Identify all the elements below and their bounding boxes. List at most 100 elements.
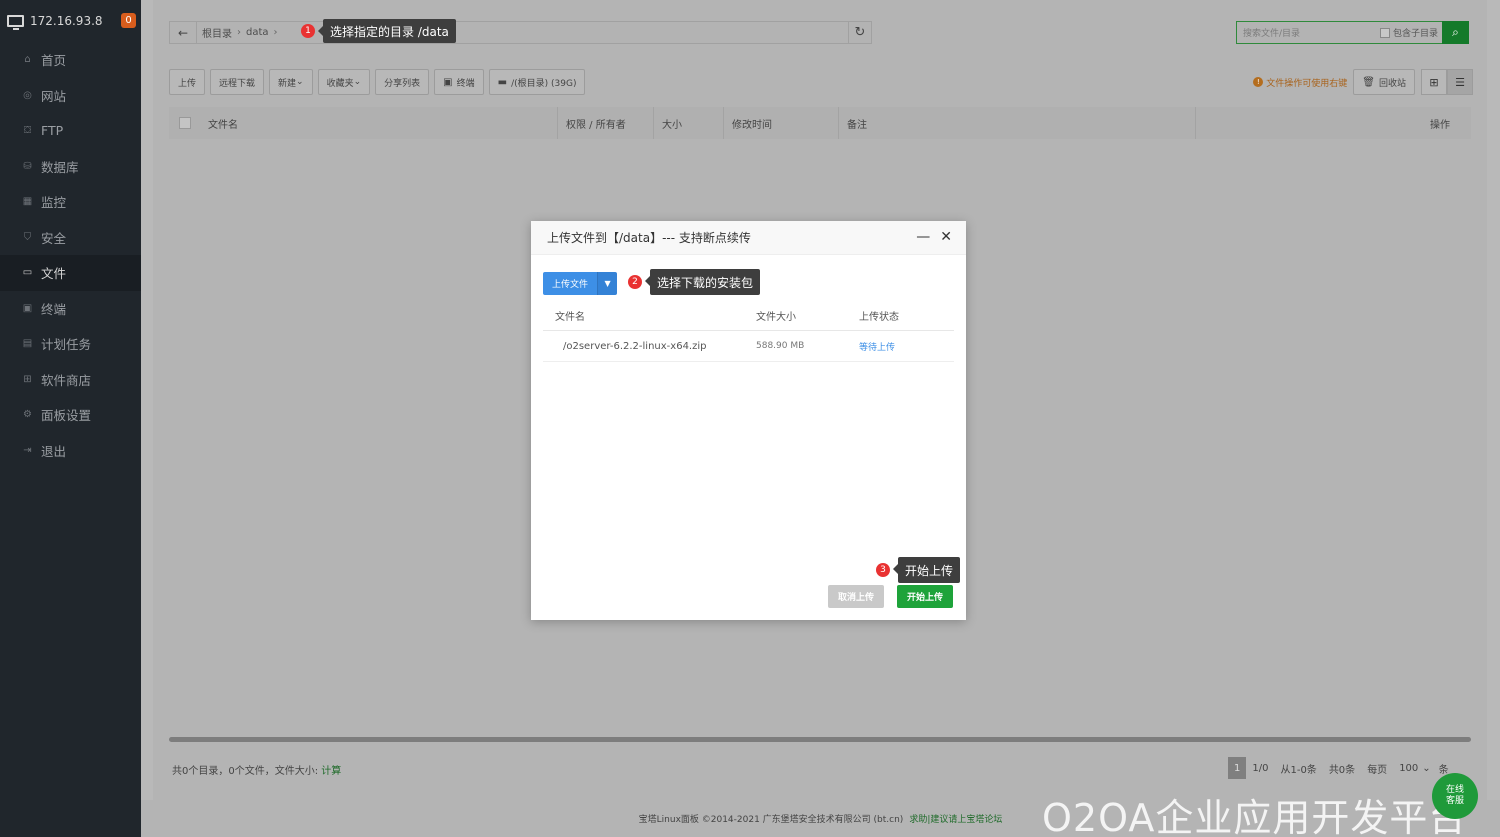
cancel-upload-button[interactable]: 取消上传 [828, 585, 885, 608]
chevron-down-icon: ⌄ [296, 77, 304, 87]
per-page-select[interactable]: 100 [1393, 757, 1420, 779]
search-icon[interactable]: ⌕ [1442, 21, 1469, 44]
sidebar-item-label: 计划任务 [41, 337, 92, 353]
sidebar-item-10[interactable]: ⚙ 面板设置 [0, 397, 141, 433]
page-range: 从1-0条 [1280, 764, 1317, 776]
sidebar: 172.16.93.8 0 ⌂ 首页 ◎ 网站 ⛋ FTP ⛁ 数据库 ▦ 监控 ⛉ 安全 ▭ 文件 ▣ 终端… [0, 0, 141, 837]
sidebar-nav: ⌂ 首页 ◎ 网站 ⛋ FTP ⛁ 数据库 ▦ 监控 ⛉ 安全 ▭ 文件 ▣ 终端 ▤ 计划任务 ⊞ 软件商店 ⚙ 面板设… [0, 42, 141, 468]
sidebar-item-label: 终端 [41, 301, 67, 317]
sidebar-item-label: 监控 [41, 195, 67, 211]
new-dropdown-button[interactable]: 新建 ⌄ [269, 69, 313, 95]
col-modified[interactable]: 修改时间 [724, 107, 839, 139]
upload-file-button[interactable]: 上传文件 [543, 272, 598, 295]
chevron-right-icon: › [273, 27, 278, 38]
sidebar-item-1[interactable]: ◎ 网站 [0, 78, 141, 114]
refresh-icon[interactable]: ↻ [848, 21, 872, 44]
col-note[interactable]: 备注 [839, 107, 1196, 139]
step-tip-3: 开始上传 [892, 557, 961, 583]
dialog-header: 上传文件到【/data】--- 支持断点续传 — ✕ [531, 221, 966, 255]
logout-icon: ⇥ [23, 444, 32, 456]
col-name[interactable]: 文件名 [200, 107, 558, 139]
sidebar-item-label: 文件 [41, 266, 67, 282]
sidebar-item-11[interactable]: ⇥ 退出 [0, 433, 141, 469]
caret-down-icon[interactable]: ▼ [597, 272, 618, 295]
disk-icon: ▬ [497, 76, 508, 88]
close-icon[interactable]: ✕ [940, 229, 952, 245]
sidebar-item-6[interactable]: ▭ 文件 [0, 255, 141, 291]
terminal-label: 终端 [456, 78, 475, 89]
sidebar-item-2[interactable]: ⛋ FTP [0, 113, 141, 149]
calculate-link[interactable]: 计算 [321, 766, 341, 777]
sidebar-item-3[interactable]: ⛁ 数据库 [0, 149, 141, 185]
sidebar-item-8[interactable]: ▤ 计划任务 [0, 326, 141, 362]
recycle-bin-button[interactable]: 🗑 回收站 [1353, 69, 1415, 95]
back-arrow-icon[interactable]: ← [170, 22, 197, 43]
step-number-3: 3 [876, 563, 890, 577]
path-bar[interactable]: ← 根目录 › data › [169, 21, 872, 44]
pagination: 1 1/0 从1-0条 共0条 每页 100 ⌄ 条 [1228, 757, 1455, 779]
info-icon: ! [1253, 77, 1264, 87]
chevron-down-icon[interactable]: ⌄ [1420, 757, 1432, 779]
forum-link[interactable]: 求助|建议请上宝塔论坛 [909, 812, 1002, 825]
sidebar-item-5[interactable]: ⛉ 安全 [0, 220, 141, 256]
grid-view-icon[interactable]: ⊞ [1421, 69, 1447, 95]
online-support-button[interactable]: 在线 客服 [1432, 773, 1478, 819]
start-upload-button[interactable]: 开始上传 [897, 585, 954, 608]
upload-file-split-button: 上传文件 ▼ [543, 272, 618, 295]
copyright-text: 宝塔Linux面板 ©2014-2021 广东堡塔安全技术有限公司 (bt.cn… [638, 815, 904, 825]
watermark: O2OA企业应用开发平台 [1042, 796, 1468, 837]
sidebar-header[interactable]: 172.16.93.8 [0, 0, 141, 42]
gear-icon: ⚙ [23, 409, 32, 421]
sidebar-item-7[interactable]: ▣ 终端 [0, 291, 141, 327]
disk-label: /(根目录) (39G) [511, 78, 577, 89]
database-icon: ⛁ [23, 160, 32, 172]
checkbox-icon [179, 117, 191, 129]
search-input[interactable]: 搜索文件/目录 [1237, 26, 1380, 39]
calendar-icon: ▤ [22, 338, 33, 350]
checkbox-icon [1379, 27, 1390, 38]
share-list-button[interactable]: 分享列表 [375, 69, 430, 95]
apps-icon: ⊞ [23, 373, 32, 385]
right-tools: ! 文件操作可使用右键 🗑 回收站 ⊞ ☰ [1253, 69, 1473, 95]
favorites-dropdown-button[interactable]: 收藏夹 ⌄ [317, 69, 371, 95]
upload-button[interactable]: 上传 [169, 69, 206, 95]
sidebar-item-label: 数据库 [41, 159, 79, 175]
col-size[interactable]: 大小 [654, 107, 724, 139]
list-view-icon[interactable]: ☰ [1447, 69, 1473, 95]
select-all-checkbox[interactable] [169, 107, 200, 139]
globe-icon: ◎ [23, 89, 32, 101]
favorites-label: 收藏夹 [326, 78, 354, 89]
chevron-down-icon: ⌄ [353, 77, 362, 87]
view-switch: ⊞ ☰ [1421, 69, 1473, 95]
include-subdir-checkbox[interactable]: 包含子目录 [1379, 26, 1438, 39]
upload-table-header: 文件名 文件大小 上传状态 [543, 301, 954, 331]
col-permission[interactable]: 权限 / 所有者 [558, 107, 654, 139]
hint-text: 文件操作可使用右键 [1266, 78, 1348, 89]
remote-download-button[interactable]: 远程下载 [210, 69, 265, 95]
upload-file-row: /o2server-6.2.2-linux-x64.zip 588.90 MB … [543, 331, 954, 362]
sidebar-item-label: 退出 [41, 443, 67, 459]
notification-badge[interactable]: 0 [121, 13, 136, 28]
sidebar-item-label: 软件商店 [41, 372, 92, 388]
disk-button[interactable]: ▬/(根目录) (39G) [488, 69, 586, 95]
upload-col-size: 文件大小 [756, 312, 796, 323]
minimize-icon[interactable]: — [916, 229, 930, 245]
breadcrumb-current[interactable]: data [241, 27, 274, 38]
upload-file-size: 588.90 MB [756, 341, 805, 351]
sidebar-item-label: FTP [41, 123, 64, 139]
sidebar-item-label: 首页 [41, 53, 67, 69]
sidebar-item-4[interactable]: ▦ 监控 [0, 184, 141, 220]
page-current[interactable]: 1 [1228, 757, 1247, 779]
trash-icon: 🗑 [1362, 76, 1375, 88]
server-host: 172.16.93.8 [30, 14, 103, 28]
sidebar-item-9[interactable]: ⊞ 软件商店 [0, 362, 141, 398]
horizontal-scrollbar[interactable] [169, 737, 1471, 742]
step-number-1: 1 [301, 24, 315, 38]
sidebar-item-0[interactable]: ⌂ 首页 [0, 42, 141, 78]
breadcrumb-root[interactable]: 根目录 [197, 25, 237, 40]
context-menu-hint: ! 文件操作可使用右键 [1253, 76, 1347, 89]
file-summary: 共0个目录，0个文件，文件大小: 计算 [172, 762, 341, 777]
terminal-button[interactable]: ▣ 终端 [434, 69, 484, 95]
monitor-icon: ▦ [22, 196, 33, 208]
dialog-title: 上传文件到【/data】--- 支持断点续传 [547, 231, 751, 245]
